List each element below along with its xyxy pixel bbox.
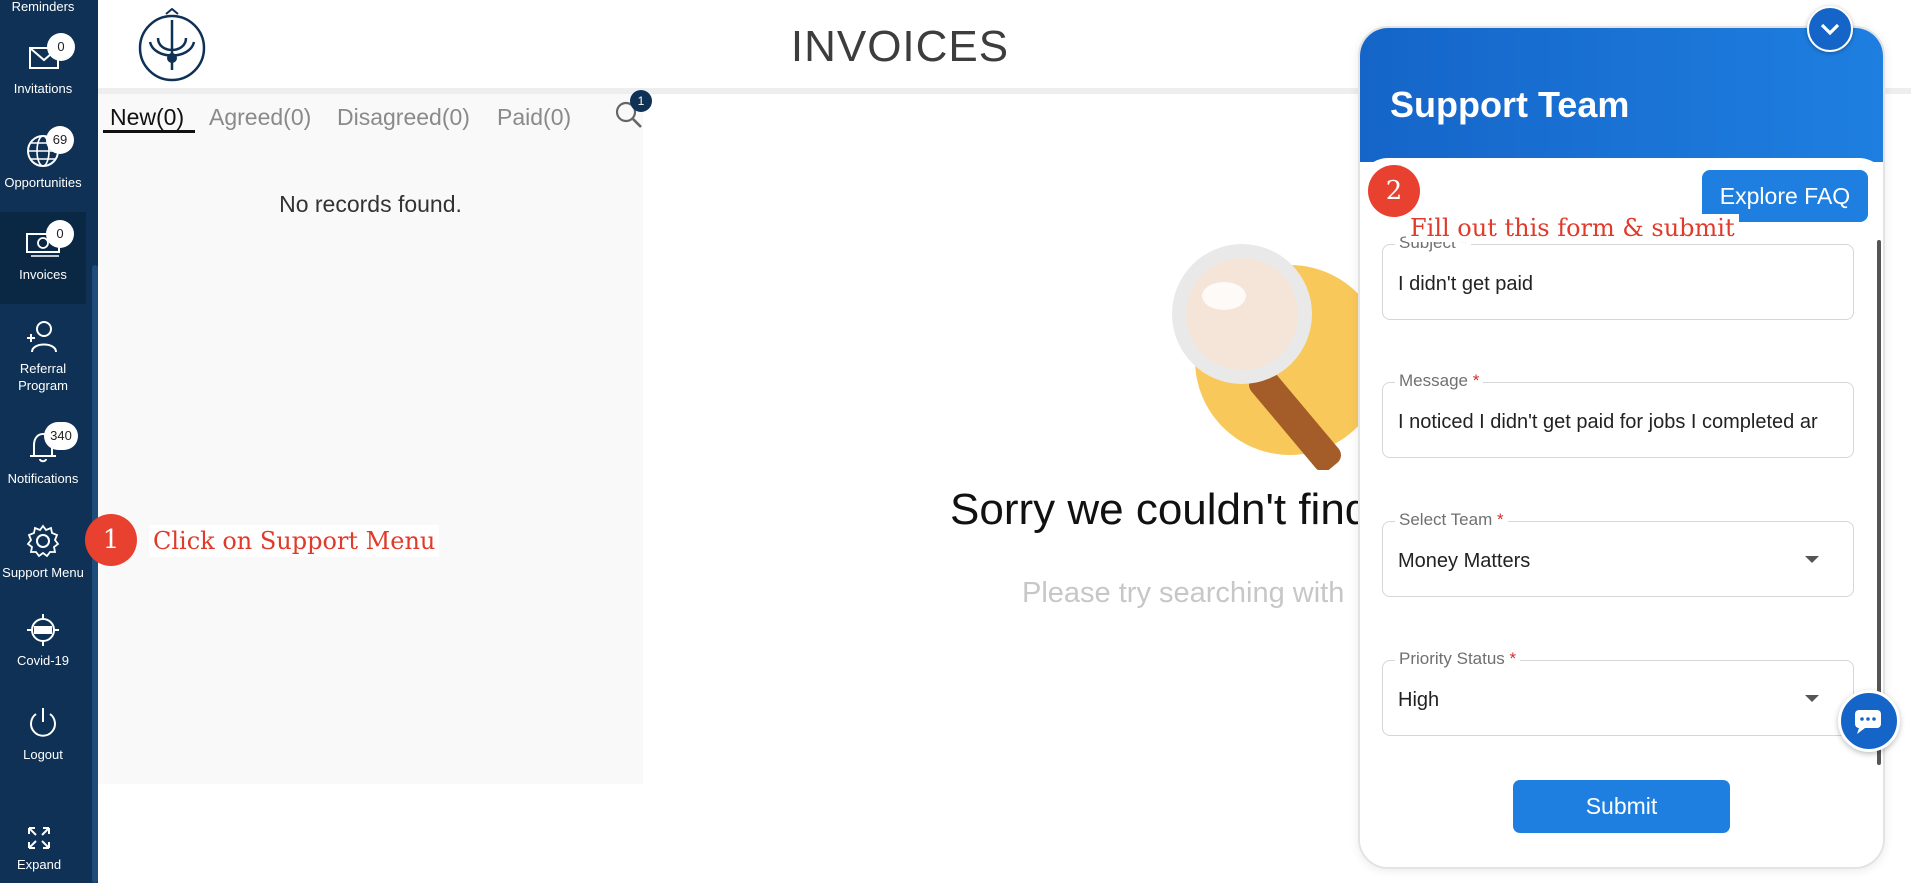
- submit-button[interactable]: Submit: [1513, 780, 1730, 833]
- sidebar-item-label: Reminders: [11, 0, 75, 14]
- tab-disagreed[interactable]: Disagreed(0): [337, 104, 470, 131]
- sidebar-item-notifications[interactable]: 340 Notifications: [0, 422, 86, 494]
- priority-status-value: High: [1398, 689, 1440, 711]
- app-root: Reminders 0 Invitations 69 Opportunities: [0, 0, 1911, 883]
- empty-list-message: No records found.: [279, 191, 462, 217]
- step-1-marker: 1: [85, 514, 137, 566]
- subject-field[interactable]: Subject * I didn't get paid: [1382, 233, 1854, 320]
- active-tab-indicator: [103, 130, 195, 133]
- sidebar-item-label: Expand: [16, 857, 62, 872]
- subject-value: I didn't get paid: [1398, 273, 1534, 295]
- priority-status-label: Priority Status *: [1395, 649, 1521, 669]
- dropdown-arrow-icon: [1805, 695, 1819, 702]
- expand-icon: [28, 827, 50, 849]
- sidebar-item-covid-19[interactable]: Covid-19: [0, 612, 86, 674]
- sidebar-item-invitations[interactable]: 0 Invitations: [0, 33, 86, 106]
- sidebar-item-label: Covid-19: [16, 653, 70, 668]
- step-2-marker: 2: [1368, 165, 1420, 217]
- power-icon: [30, 708, 56, 737]
- step-2-instruction: Fill out this form & submit: [1406, 214, 1739, 242]
- tab-paid[interactable]: Paid(0): [497, 104, 571, 131]
- form-scrollbar[interactable]: [1877, 240, 1881, 765]
- empty-state-subtitle: Please try searching with: [1022, 577, 1345, 609]
- invoices-badge: 0: [46, 220, 74, 248]
- message-value: I noticed I didn't get paid for jobs I c…: [1398, 411, 1818, 433]
- collapse-widget-button[interactable]: [1807, 6, 1853, 52]
- add-user-icon: [27, 321, 57, 353]
- sidebar-item-expand[interactable]: Expand: [0, 824, 78, 883]
- sidebar-item-opportunities[interactable]: 69 Opportunities: [0, 126, 86, 198]
- sidebar-item-label: Invitations: [13, 81, 73, 96]
- chat-launcher-button[interactable]: [1838, 690, 1900, 752]
- gear-icon: [26, 524, 60, 558]
- magnifier-illustration: [1172, 244, 1380, 470]
- priority-status-dropdown[interactable]: Priority Status * High: [1382, 649, 1854, 736]
- sidebar-item-reminders[interactable]: Reminders: [0, 0, 86, 15]
- invitations-badge: 0: [47, 33, 75, 61]
- chevron-down-icon: [1820, 23, 1840, 36]
- sidebar-item-label: Logout: [23, 747, 63, 762]
- sidebar-item-label: Invoices: [19, 267, 67, 282]
- sidebar-item-label: Opportunities: [4, 175, 82, 190]
- company-logo: [138, 8, 206, 82]
- select-team-value: Money Matters: [1398, 550, 1531, 572]
- sidebar-item-logout[interactable]: Logout: [0, 704, 86, 770]
- sidebar-item-support-menu[interactable]: Support Menu: [0, 522, 86, 588]
- virus-icon: [27, 614, 59, 646]
- tab-agreed[interactable]: Agreed(0): [209, 104, 311, 131]
- step-1-instruction: Click on Support Menu: [149, 525, 440, 557]
- dropdown-arrow-icon: [1805, 556, 1819, 563]
- notifications-badge: 340: [44, 422, 78, 450]
- message-label: Message *: [1395, 371, 1484, 391]
- opportunities-badge: 69: [46, 126, 74, 154]
- search-badge: 1: [630, 90, 652, 112]
- sidebar-item-invoices[interactable]: 0 Invoices: [0, 212, 86, 304]
- sidebar: Reminders 0 Invitations 69 Opportunities: [0, 0, 92, 883]
- chat-icon: [1855, 710, 1881, 734]
- select-team-dropdown[interactable]: Select Team * Money Matters: [1382, 510, 1854, 597]
- page-title: INVOICES: [790, 22, 1010, 71]
- sidebar-item-label-line2: Program: [18, 378, 68, 393]
- sidebar-item-label: Support Menu: [2, 565, 84, 580]
- sidebar-item-label: Notifications: [7, 471, 79, 486]
- select-team-label: Select Team *: [1395, 510, 1508, 530]
- empty-state-title: Sorry we couldn't find: [950, 485, 1370, 534]
- message-field[interactable]: Message * I noticed I didn't get paid fo…: [1382, 371, 1854, 458]
- sidebar-item-referral-program[interactable]: Referral Program: [0, 318, 86, 400]
- tab-new[interactable]: New(0): [110, 104, 184, 131]
- support-widget-title: Support Team: [1390, 84, 1630, 125]
- sidebar-item-label: Referral: [19, 361, 67, 376]
